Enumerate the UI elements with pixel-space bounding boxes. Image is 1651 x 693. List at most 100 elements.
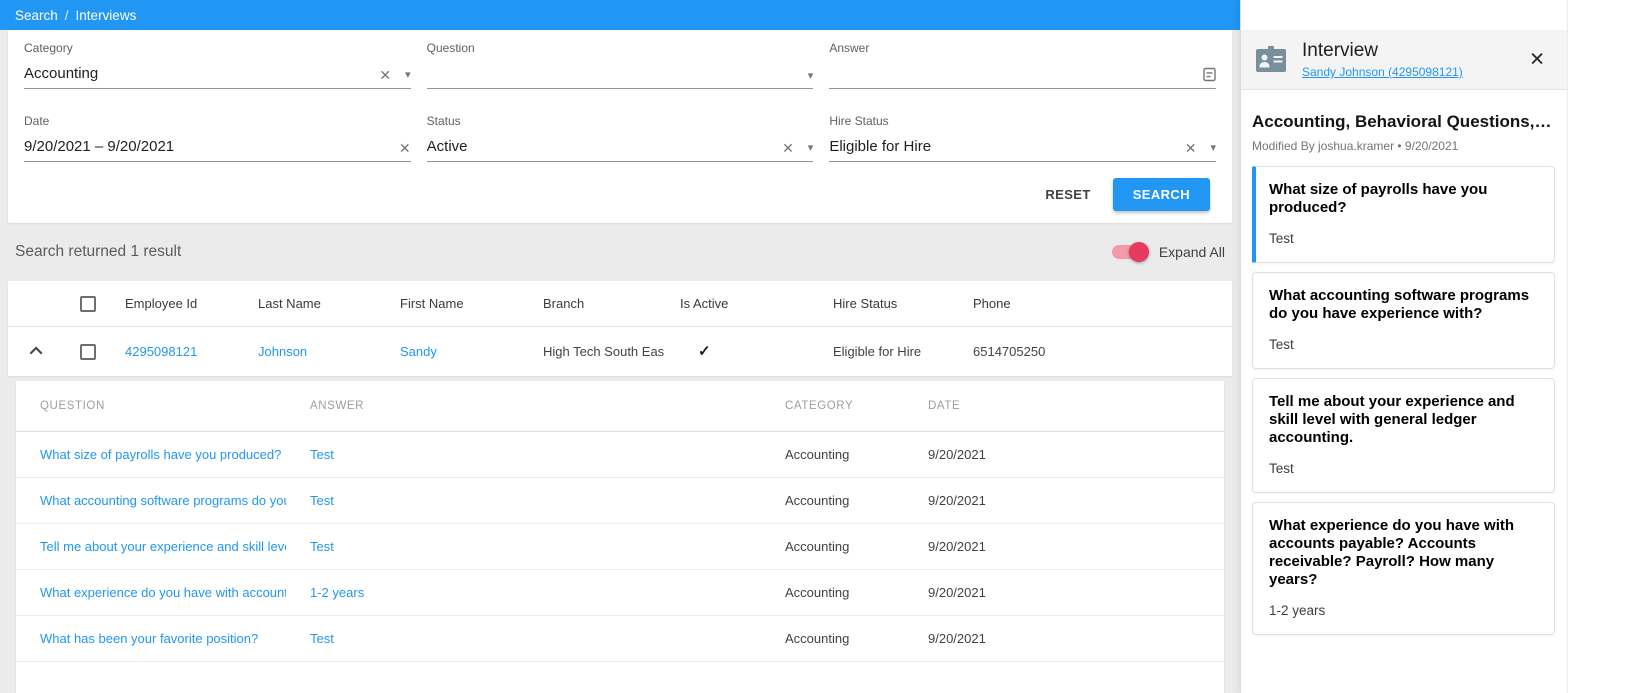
expand-column-header	[8, 281, 66, 327]
detail-row: Tell me about your experience and skill …	[16, 523, 1224, 570]
category-clear-icon[interactable]: ✕	[379, 68, 391, 82]
branch-cell: High Tech South East	[543, 343, 664, 359]
category-select[interactable]: Accounting ✕ ▾	[24, 62, 411, 89]
qa-card[interactable]: What size of payrolls have you produced?…	[1252, 166, 1555, 263]
qa-card[interactable]: Tell me about your experience and skill …	[1252, 378, 1555, 493]
detail-row: What accounting software programs do you…	[16, 477, 1224, 524]
category-caret-icon[interactable]: ▾	[405, 69, 411, 81]
question-caret-icon[interactable]: ▾	[808, 71, 814, 82]
col-answer: ANSWER	[286, 381, 761, 432]
col-question: QUESTION	[16, 381, 286, 432]
expand-all-toggle[interactable]	[1111, 242, 1149, 262]
status-select[interactable]: Active ✕ ▾	[426, 135, 814, 162]
hire-status-label: Hire Status	[829, 114, 889, 128]
hire-status-select[interactable]: Eligible for Hire ✕ ▾	[829, 135, 1216, 162]
search-button[interactable]: SEARCH	[1112, 178, 1210, 211]
modified-line: Modified By joshua.kramer • 9/20/2021	[1252, 139, 1459, 153]
results-bar: Search returned 1 result Expand All	[8, 223, 1232, 281]
col-last-name: Last Name	[242, 281, 384, 327]
detail-row: What experience do you have with account…	[16, 569, 1224, 616]
status-caret-icon[interactable]: ▾	[808, 142, 814, 154]
panel-body: Accounting, Behavioral Questions, … Modi…	[1241, 90, 1567, 644]
row-checkbox[interactable]	[79, 343, 96, 360]
breadcrumb-bar: Search / Interviews	[0, 0, 1240, 30]
question-link[interactable]: What accounting software programs do you…	[40, 493, 286, 508]
answer-link[interactable]: 1-2 years	[310, 585, 364, 600]
question-link[interactable]: What has been your favorite position?	[40, 631, 258, 646]
results-table-card: Employee Id Last Name First Name Branch …	[8, 281, 1232, 376]
answer-link[interactable]: Test	[310, 493, 334, 508]
answer-input[interactable]	[829, 62, 1216, 89]
last-name-cell: Johnson	[242, 326, 384, 376]
subject-link[interactable]: Sandy Johnson (4295098121)	[1302, 65, 1463, 79]
filter-panel: Category Accounting ✕ ▾ Question ▾ Answe…	[8, 30, 1232, 223]
first-name-cell: Sandy	[384, 326, 527, 376]
is-active-cell: ✓	[664, 326, 817, 376]
results-summary: Search returned 1 result	[15, 243, 182, 260]
date-cell: 9/20/2021	[904, 431, 1224, 478]
qa-answer: Test	[1269, 337, 1294, 352]
expand-all-label: Expand All	[1158, 244, 1225, 260]
status-label: Status	[426, 114, 461, 128]
employee-id-link[interactable]: 4295098121	[125, 344, 197, 359]
detail-row: What size of payrolls have you produced?…	[16, 431, 1224, 478]
last-name-link[interactable]: Johnson	[258, 344, 307, 359]
category-cell: Accounting	[761, 615, 904, 662]
qa-question: Tell me about your experience and skill …	[1269, 393, 1515, 446]
category-cell: Accounting	[761, 431, 904, 478]
breadcrumb-search-link[interactable]: Search	[15, 8, 58, 23]
main-content: Category Accounting ✕ ▾ Question ▾ Answe…	[0, 30, 1240, 693]
filter-actions: RESET SEARCH	[24, 178, 1216, 211]
select-all-checkbox[interactable]	[79, 295, 96, 312]
row-expand-cell	[8, 326, 66, 376]
question-link[interactable]: What experience do you have with account…	[40, 585, 286, 600]
app-root: Search / Interviews Category Accounting …	[0, 0, 1651, 693]
col-category: CATEGORY	[761, 381, 904, 432]
hire-status-value: Eligible for Hire	[829, 138, 932, 155]
status-value: Active	[426, 138, 468, 155]
active-check-icon: ✓	[698, 343, 711, 361]
phone-cell: 6514705250	[973, 343, 1046, 359]
answer-link[interactable]: Test	[310, 447, 334, 462]
col-branch: Branch	[527, 281, 664, 327]
qa-card[interactable]: What accounting software programs do you…	[1252, 272, 1555, 369]
close-icon[interactable]: ✕	[1529, 50, 1545, 69]
qa-card[interactable]: What experience do you have with account…	[1252, 502, 1555, 635]
date-cell: 9/20/2021	[904, 615, 1224, 662]
panel-header: Interview Sandy Johnson (4295098121) ✕	[1241, 30, 1567, 90]
hire-status-caret-icon[interactable]: ▾	[1210, 142, 1216, 154]
reset-button[interactable]: RESET	[1035, 179, 1100, 210]
date-clear-icon[interactable]: ✕	[399, 141, 411, 155]
date-range-input[interactable]: 9/20/2021 – 9/20/2021 ✕	[24, 135, 411, 162]
status-clear-icon[interactable]: ✕	[782, 141, 794, 155]
date-cell: 9/20/2021	[904, 477, 1224, 524]
toggle-knob	[1128, 242, 1149, 262]
hire-status-filter-field: Hire Status Eligible for Hire ✕ ▾	[829, 114, 1216, 162]
category-cell: Accounting	[761, 569, 904, 616]
detail-header-row: QUESTION ANSWER CATEGORY DATE	[16, 381, 1224, 432]
category-cell: Accounting	[761, 523, 904, 570]
date-value: 9/20/2021 – 9/20/2021	[24, 138, 175, 155]
question-link[interactable]: Tell me about your experience and skill …	[40, 539, 286, 554]
date-label: Date	[24, 114, 50, 128]
category-cell: Accounting	[761, 477, 904, 524]
hire-status-clear-icon[interactable]: ✕	[1185, 141, 1197, 155]
breadcrumb-current-link[interactable]: Interviews	[76, 8, 137, 23]
category-value: Accounting	[24, 65, 99, 82]
date-cell: 9/20/2021	[904, 569, 1224, 616]
first-name-link[interactable]: Sandy	[400, 344, 437, 359]
record-title: Accounting, Behavioral Questions, …	[1252, 112, 1555, 131]
answer-link[interactable]: Test	[310, 539, 334, 554]
right-gutter	[1568, 0, 1651, 693]
answer-link[interactable]: Test	[310, 631, 334, 646]
question-select[interactable]: ▾	[426, 62, 814, 89]
panel-title: Interview	[1302, 40, 1379, 61]
category-label: Category	[24, 41, 73, 55]
qa-answer: Test	[1269, 231, 1294, 246]
date-cell: 9/20/2021	[904, 523, 1224, 570]
breadcrumb-separator: /	[64, 7, 69, 23]
question-link[interactable]: What size of payrolls have you produced?	[40, 447, 281, 462]
qa-answer: 1-2 years	[1269, 603, 1326, 618]
category-filter-field: Category Accounting ✕ ▾	[24, 41, 411, 89]
collapse-chevron-icon[interactable]	[29, 346, 42, 360]
